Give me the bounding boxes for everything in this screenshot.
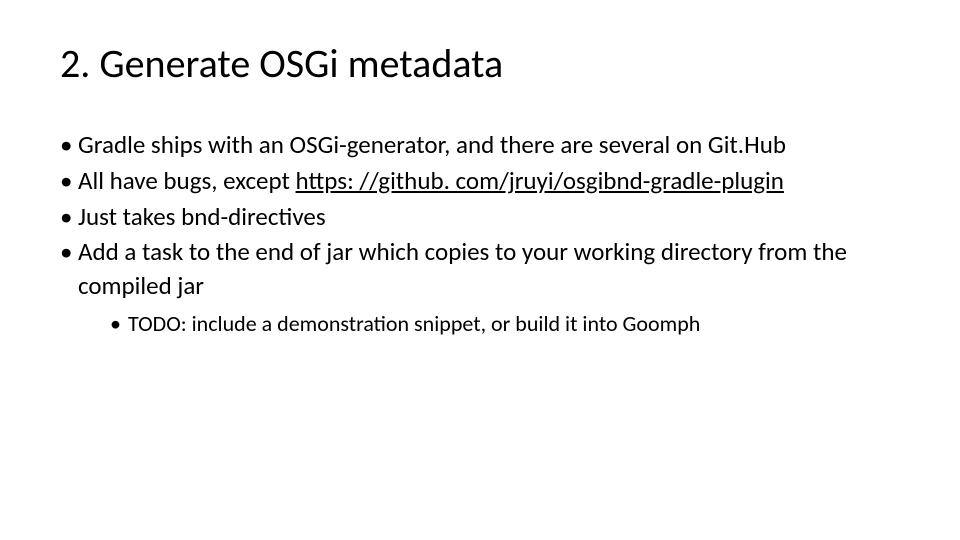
slide: 2. Generate OSGi metadata Gradle ships w… xyxy=(0,0,960,540)
bullet-list: Gradle ships with an OSGi-generator, and… xyxy=(60,128,900,338)
bullet-text: Just takes bnd-directives xyxy=(78,201,326,232)
sub-bullet-text: TODO: include a demonstration snippet, o… xyxy=(128,310,700,337)
sub-bullet-item-1: TODO: include a demonstration snippet, o… xyxy=(110,309,900,339)
bullet-item-2: All have bugs, except https: //github. c… xyxy=(60,164,900,198)
slide-title: 2. Generate OSGi metadata xyxy=(60,40,900,88)
bullet-text: Add a task to the end of jar which copie… xyxy=(78,236,847,301)
github-link[interactable]: https: //github. com/jruyi/osgibnd-gradl… xyxy=(296,165,784,196)
bullet-text: Gradle ships with an OSGi-generator, and… xyxy=(78,129,786,160)
sub-bullet-list: TODO: include a demonstration snippet, o… xyxy=(78,309,900,339)
bullet-item-4: Add a task to the end of jar which copie… xyxy=(60,235,900,338)
bullet-item-3: Just takes bnd-directives xyxy=(60,200,900,234)
bullet-item-1: Gradle ships with an OSGi-generator, and… xyxy=(60,128,900,162)
bullet-text-prefix: All have bugs, except xyxy=(78,165,296,196)
